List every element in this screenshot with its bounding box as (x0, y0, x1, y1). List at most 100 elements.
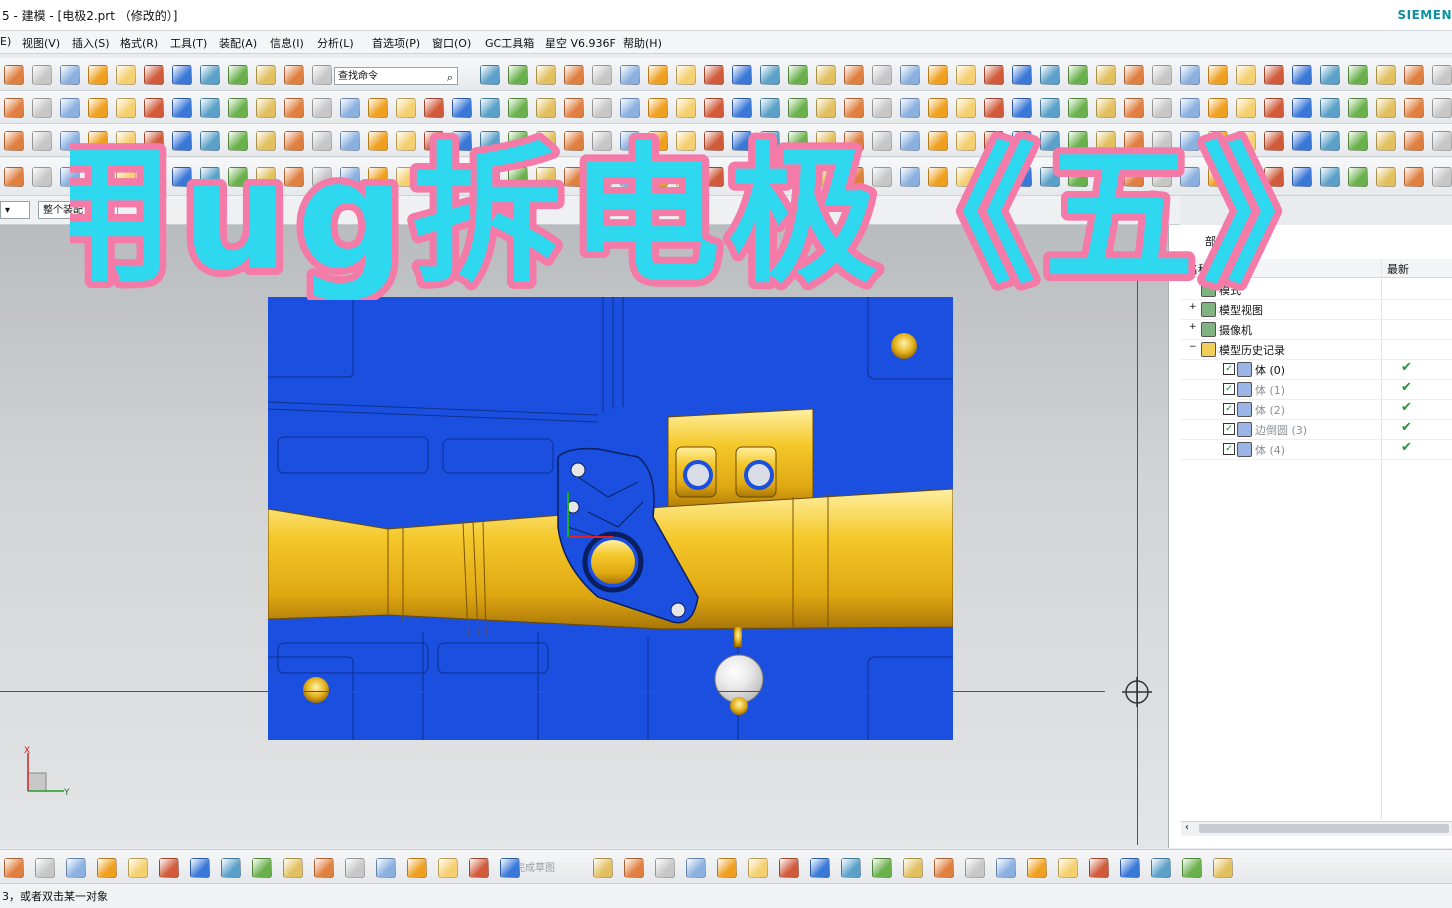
toolbar-tool-icon[interactable] (676, 65, 696, 85)
toolbar-tool-icon[interactable] (648, 65, 668, 85)
search-icon[interactable]: ⌕ (447, 69, 453, 87)
menu-gc-toolbox[interactable]: GC工具箱 (485, 35, 534, 51)
toolbar-tool-icon[interactable] (1180, 65, 1200, 85)
toolbar-tool-icon[interactable] (900, 65, 920, 85)
toolbar-tool-icon[interactable] (1264, 65, 1284, 85)
toolbar-tool-icon[interactable] (1058, 858, 1078, 878)
toolbar-tool-icon[interactable] (1376, 167, 1396, 187)
toolbar-tool-icon[interactable] (116, 98, 136, 118)
toolbar-tool-icon[interactable] (60, 98, 80, 118)
toolbar-tool-icon[interactable] (676, 98, 696, 118)
toolbar-tool-icon[interactable] (200, 65, 220, 85)
toolbar-tool-icon[interactable] (283, 858, 303, 878)
toolbar-tool-icon[interactable] (1096, 65, 1116, 85)
toolbar-tool-icon[interactable] (564, 65, 584, 85)
menu-analysis[interactable]: 分析(L) (317, 35, 354, 51)
toolbar-tool-icon[interactable] (779, 858, 799, 878)
toolbar-tool-icon[interactable] (1348, 65, 1368, 85)
toolbar-tool-icon[interactable] (732, 98, 752, 118)
toolbar-tool-icon[interactable] (1348, 131, 1368, 151)
toolbar-tool-icon[interactable] (620, 65, 640, 85)
toolbar-tool-icon[interactable] (810, 858, 830, 878)
toolbar-tool-icon[interactable] (655, 858, 675, 878)
toolbar-tool-icon[interactable] (1292, 65, 1312, 85)
toolbar-tool-icon[interactable] (314, 858, 334, 878)
expand-toggle-icon[interactable]: + (1189, 322, 1197, 332)
toolbar-tool-icon[interactable] (424, 98, 444, 118)
toolbar-tool-icon[interactable] (1320, 131, 1340, 151)
toolbar-tool-icon[interactable] (732, 65, 752, 85)
visibility-checkbox[interactable]: ✓ (1223, 403, 1235, 415)
toolbar-tool-icon[interactable] (592, 98, 612, 118)
toolbar-tool-icon[interactable] (903, 858, 923, 878)
toolbar-tool-icon[interactable] (345, 858, 365, 878)
toolbar-tool-icon[interactable] (1348, 98, 1368, 118)
toolbar-tool-icon[interactable] (536, 65, 556, 85)
toolbar-tool-icon[interactable] (480, 65, 500, 85)
toolbar-tool-icon[interactable] (4, 131, 24, 151)
toolbar-tool-icon[interactable] (620, 98, 640, 118)
toolbar-tool-icon[interactable] (221, 858, 241, 878)
toolbar-tool-icon[interactable] (1432, 131, 1452, 151)
toolbar-tool-icon[interactable] (1068, 65, 1088, 85)
filter-type-dropdown[interactable]: ▾ (0, 201, 30, 219)
toolbar-tool-icon[interactable] (956, 98, 976, 118)
toolbar-tool-icon[interactable] (1348, 167, 1368, 187)
toolbar-tool-icon[interactable] (32, 167, 52, 187)
toolbar-tool-icon[interactable] (1292, 98, 1312, 118)
toolbar-tool-icon[interactable] (469, 858, 489, 878)
menu-view[interactable]: 视图(V) (22, 35, 60, 51)
toolbar-tool-icon[interactable] (844, 65, 864, 85)
toolbar-tool-icon[interactable] (368, 98, 388, 118)
toolbar-tool-icon[interactable] (396, 98, 416, 118)
toolbar-tool-icon[interactable] (816, 65, 836, 85)
toolbar-tool-icon[interactable] (190, 858, 210, 878)
menu-window[interactable]: 窗口(O) (432, 35, 471, 51)
toolbar-tool-icon[interactable] (228, 65, 248, 85)
toolbar-tool-icon[interactable] (1040, 65, 1060, 85)
toolbar-tool-icon[interactable] (4, 98, 24, 118)
toolbar-tool-icon[interactable] (128, 858, 148, 878)
toolbar-tool-icon[interactable] (536, 98, 556, 118)
toolbar-tool-icon[interactable] (1236, 65, 1256, 85)
toolbar-tool-icon[interactable] (760, 65, 780, 85)
toolbar-tool-icon[interactable] (452, 98, 472, 118)
toolbar-tool-icon[interactable] (35, 858, 55, 878)
toolbar-tool-icon[interactable] (872, 858, 892, 878)
toolbar-tool-icon[interactable] (1432, 65, 1452, 85)
toolbar-tool-icon[interactable] (116, 65, 136, 85)
toolbar-tool-icon[interactable] (256, 98, 276, 118)
navigator-row[interactable]: ✓体 (4)✔ (1181, 439, 1452, 460)
toolbar-tool-icon[interactable] (312, 98, 332, 118)
toolbar-tool-icon[interactable] (500, 858, 520, 878)
toolbar-tool-icon[interactable] (592, 65, 612, 85)
toolbar-tool-icon[interactable] (1120, 858, 1140, 878)
scroll-thumb[interactable] (1199, 824, 1449, 833)
toolbar-tool-icon[interactable] (965, 858, 985, 878)
navigator-scrollbar[interactable]: ‹ (1181, 821, 1452, 836)
visibility-checkbox[interactable]: ✓ (1223, 383, 1235, 395)
toolbar-tool-icon[interactable] (252, 858, 272, 878)
finish-sketch-button[interactable]: 完成草图 (515, 859, 555, 874)
toolbar-tool-icon[interactable] (1404, 98, 1424, 118)
toolbar-tool-icon[interactable] (1376, 98, 1396, 118)
toolbar-tool-icon[interactable] (928, 65, 948, 85)
menu-format[interactable]: 格式(R) (120, 35, 158, 51)
scroll-left-icon[interactable]: ‹ (1185, 822, 1189, 833)
toolbar-tool-icon[interactable] (704, 98, 724, 118)
toolbar-tool-icon[interactable] (200, 98, 220, 118)
toolbar-tool-icon[interactable] (1213, 858, 1233, 878)
toolbar-tool-icon[interactable] (144, 65, 164, 85)
toolbar-tool-icon[interactable] (1012, 65, 1032, 85)
navigator-row[interactable]: +摄像机 (1181, 319, 1452, 340)
toolbar-tool-icon[interactable] (900, 98, 920, 118)
toolbar-tool-icon[interactable] (1404, 65, 1424, 85)
toolbar-tool-icon[interactable] (686, 858, 706, 878)
toolbar-tool-icon[interactable] (1208, 65, 1228, 85)
toolbar-tool-icon[interactable] (872, 98, 892, 118)
toolbar-tool-icon[interactable] (508, 98, 528, 118)
toolbar-tool-icon[interactable] (480, 98, 500, 118)
expand-toggle-icon[interactable]: − (1189, 342, 1197, 352)
visibility-checkbox[interactable]: ✓ (1223, 423, 1235, 435)
toolbar-tool-icon[interactable] (4, 858, 24, 878)
